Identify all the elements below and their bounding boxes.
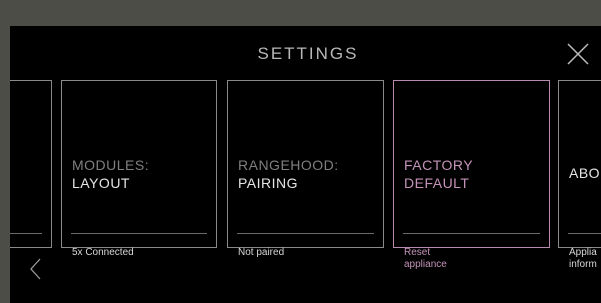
card-label-line1: RANGEHOOD: bbox=[238, 157, 339, 173]
settings-card-rangehood-pairing[interactable]: RANGEHOOD: PAIRING Not paired bbox=[227, 80, 384, 258]
settings-screen: SETTINGS MODULES: LAYOUT 5x Connected RA… bbox=[10, 26, 601, 303]
card-divider bbox=[568, 233, 601, 234]
card-label-line2: PAIRING bbox=[238, 175, 299, 191]
card-status: Reset appliance bbox=[404, 247, 447, 270]
card-label: ABO bbox=[569, 165, 601, 181]
card-label-line1: FACTORY bbox=[404, 157, 474, 173]
card-status: 5x Connected bbox=[72, 247, 134, 258]
card-status: Not paired bbox=[238, 247, 285, 258]
settings-card-factory-default[interactable]: FACTORY DEFAULT Reset appliance bbox=[393, 80, 550, 270]
card-label-line2: DEFAULT bbox=[404, 175, 470, 191]
page-title: SETTINGS bbox=[257, 44, 359, 63]
card-label-line2: LAYOUT bbox=[72, 175, 130, 191]
card-divider bbox=[403, 233, 540, 234]
card-status: Applia inform bbox=[569, 247, 597, 270]
settings-card-about[interactable]: ABO Applia inform bbox=[558, 80, 601, 270]
close-icon[interactable] bbox=[567, 43, 589, 65]
card-divider bbox=[237, 233, 374, 234]
card-divider bbox=[10, 233, 42, 234]
settings-card-modules-layout[interactable]: MODULES: LAYOUT 5x Connected bbox=[61, 80, 217, 258]
settings-card-previous[interactable] bbox=[10, 80, 52, 248]
chevron-left-icon[interactable] bbox=[30, 258, 42, 280]
card-divider bbox=[71, 233, 207, 234]
card-label-line1: MODULES: bbox=[72, 157, 150, 173]
